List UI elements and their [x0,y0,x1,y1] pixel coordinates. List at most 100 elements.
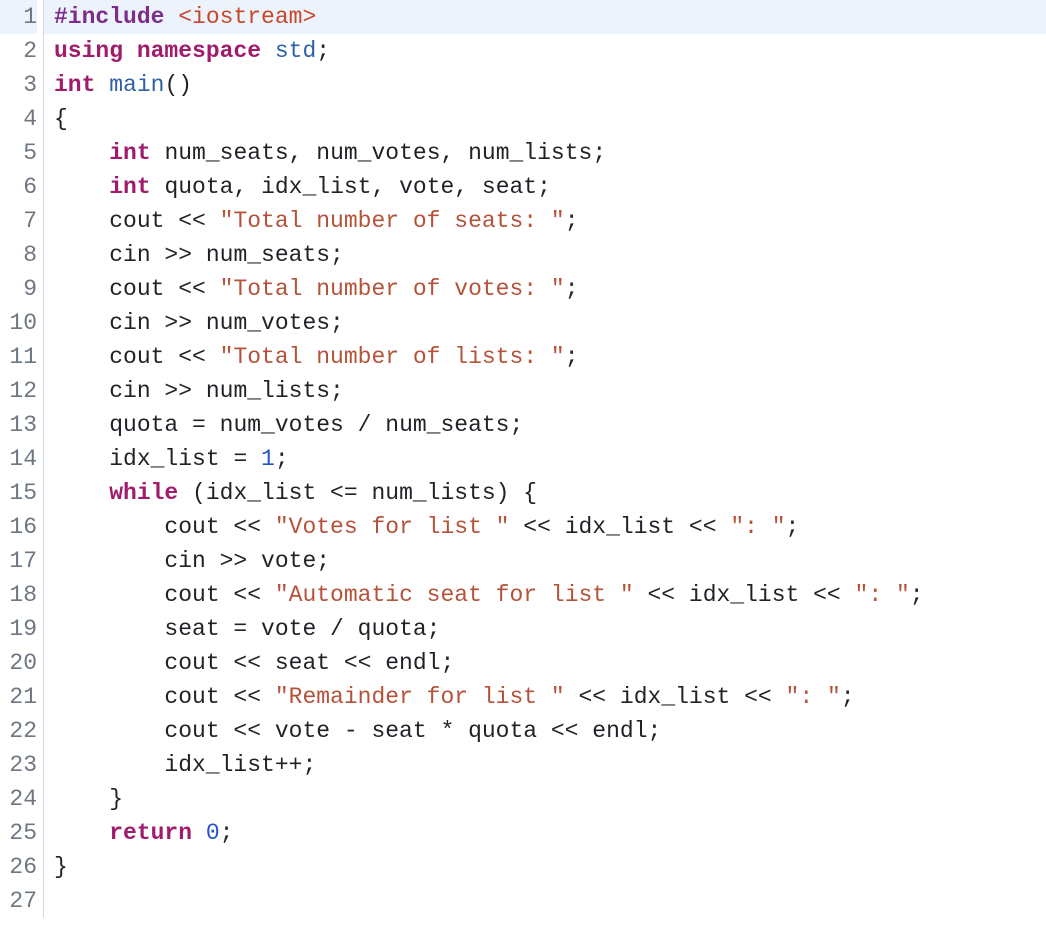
code-token [54,820,109,846]
code-token: num_seats, num_votes, num_lists; [164,140,606,166]
code-line[interactable]: cout << "Total number of votes: "; [54,272,1046,306]
code-token: ; [910,582,924,608]
code-line[interactable]: cout << vote - seat * quota << endl; [54,714,1046,748]
code-line[interactable]: cout << "Remainder for list " << idx_lis… [54,680,1046,714]
code-line[interactable]: cin >> num_seats; [54,238,1046,272]
code-token: ": " [786,684,841,710]
code-line[interactable]: cout << "Automatic seat for list " << id… [54,578,1046,612]
code-token: << idx_list << [509,514,730,540]
code-token [54,650,164,676]
code-token: idx_list++; [164,752,316,778]
code-token: ; [565,208,579,234]
code-line[interactable]: } [54,850,1046,884]
code-token [54,344,109,370]
code-line[interactable]: idx_list++; [54,748,1046,782]
code-line[interactable]: seat = vote / quota; [54,612,1046,646]
line-number: 11 [0,340,37,374]
line-number: 1 [0,0,37,34]
code-token: ": " [855,582,910,608]
code-token: ; [841,684,855,710]
line-number: 17 [0,544,37,578]
code-token: "Automatic seat for list " [275,582,634,608]
code-token: idx_list = [109,446,261,472]
code-line[interactable]: cin >> num_votes; [54,306,1046,340]
code-line[interactable]: return 0; [54,816,1046,850]
code-token [54,684,164,710]
code-token: "Total number of lists: " [220,344,565,370]
code-token: return [109,820,192,846]
code-token: std [275,38,316,64]
code-area[interactable]: #include <iostream>using namespace std;i… [44,0,1046,918]
code-line[interactable]: cout << "Total number of seats: "; [54,204,1046,238]
code-token: cout << seat << endl; [164,650,454,676]
code-line[interactable]: int main() [54,68,1046,102]
line-number: 12 [0,374,37,408]
line-number: 6 [0,170,37,204]
code-token [54,582,164,608]
line-number: 7 [0,204,37,238]
code-token [192,820,206,846]
code-token [54,242,109,268]
code-token: cout << [164,684,274,710]
line-number: 23 [0,748,37,782]
code-token [54,616,164,642]
line-number: 13 [0,408,37,442]
code-token: #include [54,4,164,30]
code-token: int [109,174,150,200]
code-line[interactable]: cout << "Votes for list " << idx_list <<… [54,510,1046,544]
code-token: "Total number of votes: " [220,276,565,302]
code-token: ; [786,514,800,540]
code-token [54,548,164,574]
code-token [151,174,165,200]
code-token: namespace [137,38,261,64]
code-token [54,514,164,540]
code-token [54,378,109,404]
line-number: 5 [0,136,37,170]
code-token: int [54,72,95,98]
line-number-gutter: 1234567891011121314151617181920212223242… [0,0,44,918]
code-token [54,480,109,506]
code-token [54,718,164,744]
code-token [151,140,165,166]
code-token [164,4,178,30]
code-token: (idx_list <= num_lists) { [178,480,537,506]
code-token: ; [316,38,330,64]
code-token: while [109,480,178,506]
line-number: 21 [0,680,37,714]
code-line[interactable]: #include <iostream> [44,0,1046,34]
code-token: 0 [206,820,220,846]
code-token: () [164,72,192,98]
code-token [54,208,109,234]
line-number: 27 [0,884,37,918]
code-line[interactable]: cin >> vote; [54,544,1046,578]
code-line[interactable]: while (idx_list <= num_lists) { [54,476,1046,510]
code-token: cin >> num_votes; [109,310,344,336]
code-token: cout << [109,344,219,370]
code-token: } [54,854,68,880]
code-token: quota, idx_list, vote, seat; [164,174,550,200]
code-line[interactable]: cout << seat << endl; [54,646,1046,680]
code-token: cout << [164,514,274,540]
code-token: cout << [164,582,274,608]
code-token: using [54,38,123,64]
code-token: "Total number of seats: " [220,208,565,234]
code-token: << idx_list << [565,684,786,710]
code-line[interactable]: idx_list = 1; [54,442,1046,476]
line-number: 14 [0,442,37,476]
line-number: 10 [0,306,37,340]
code-line[interactable]: cin >> num_lists; [54,374,1046,408]
code-token [54,412,109,438]
code-token: 1 [261,446,275,472]
code-line[interactable]: } [54,782,1046,816]
code-editor[interactable]: 1234567891011121314151617181920212223242… [0,0,1046,918]
code-line[interactable]: { [54,102,1046,136]
code-line[interactable]: quota = num_votes / num_seats; [54,408,1046,442]
code-line[interactable]: int num_seats, num_votes, num_lists; [54,136,1046,170]
code-line[interactable]: cout << "Total number of lists: "; [54,340,1046,374]
line-number: 4 [0,102,37,136]
line-number: 25 [0,816,37,850]
code-line[interactable]: using namespace std; [54,34,1046,68]
code-line[interactable]: int quota, idx_list, vote, seat; [54,170,1046,204]
code-token: <iostream> [178,4,316,30]
code-line[interactable] [54,884,1046,918]
